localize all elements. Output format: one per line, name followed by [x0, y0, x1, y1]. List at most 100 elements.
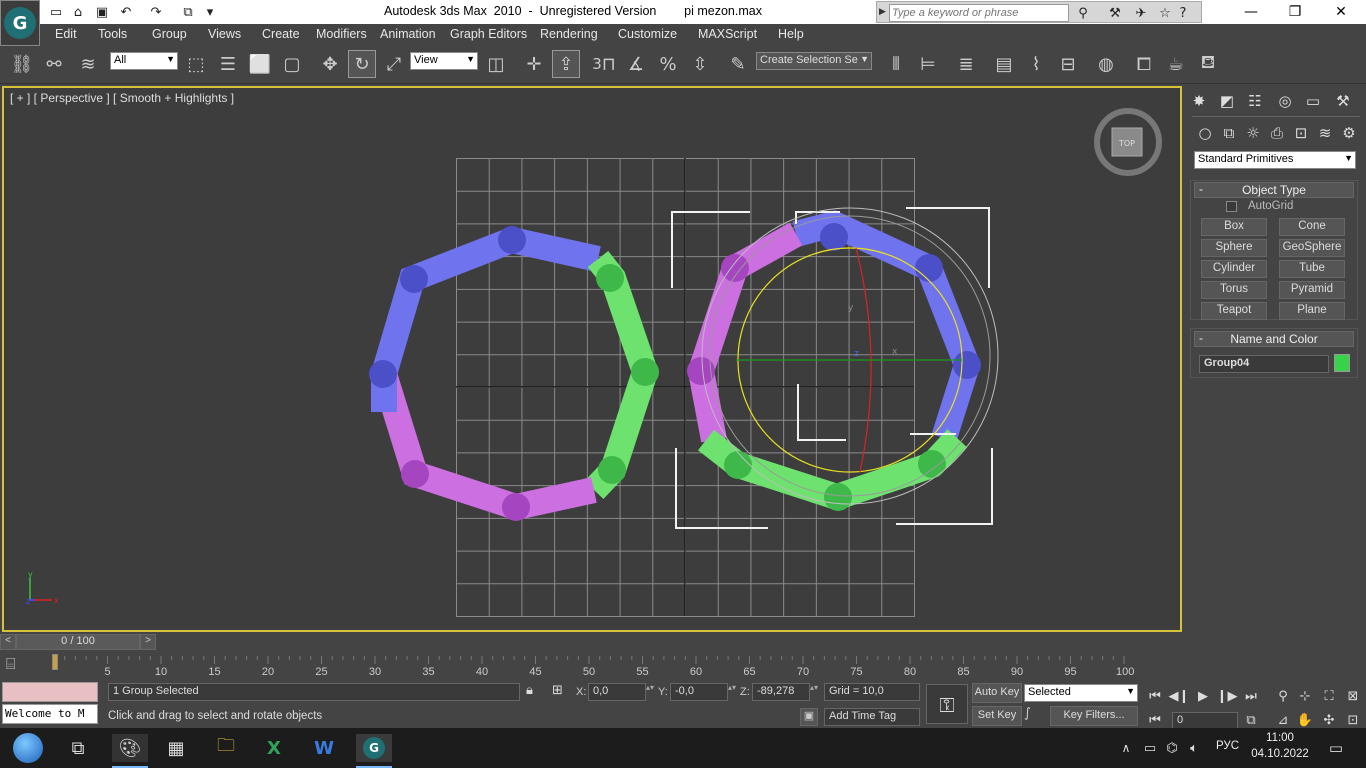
clock-date[interactable]: 04.10.2022: [1250, 748, 1310, 760]
render-production-icon[interactable]: ⛾: [1194, 50, 1222, 78]
space-warps-icon[interactable]: ≋: [1314, 122, 1336, 144]
select-manipulate-icon[interactable]: ✛: [520, 50, 548, 78]
render-setup-icon[interactable]: ⧠: [1130, 50, 1158, 78]
display-tab-icon[interactable]: ▭: [1302, 90, 1324, 112]
geosphere-button[interactable]: GeoSphere: [1279, 239, 1345, 257]
create-tab-icon[interactable]: ✸: [1188, 90, 1210, 112]
redo-icon[interactable]: ↷: [146, 2, 166, 22]
next-frame-icon[interactable]: ❙▶: [1216, 686, 1238, 706]
maximize-viewport-icon[interactable]: ⊡: [1342, 710, 1364, 730]
named-selection-sets-dropdown[interactable]: Create Selection Se ▼: [756, 52, 872, 70]
menu-views[interactable]: Views: [208, 27, 241, 41]
time-slider-next-icon[interactable]: >: [140, 634, 156, 650]
rendered-frame-window-icon[interactable]: ☕: [1162, 50, 1190, 78]
bind-space-warp-icon[interactable]: ≋: [74, 50, 102, 78]
key-mode-toggle-icon[interactable]: ⏮: [1144, 710, 1166, 730]
expand-arrow-icon[interactable]: ▶: [879, 6, 886, 17]
menu-animation[interactable]: Animation: [380, 27, 436, 41]
z-spinner-icon[interactable]: ▴▾: [810, 683, 820, 701]
rectangular-selection-icon[interactable]: ⬜: [246, 50, 274, 78]
file-explorer-icon[interactable]: 🗀: [210, 734, 242, 762]
zoom-icon[interactable]: ⚲: [1272, 686, 1294, 706]
tray-chevron-icon[interactable]: ∧: [1116, 734, 1136, 762]
maxscript-listener-pink[interactable]: [2, 682, 98, 702]
previous-frame-icon[interactable]: ◀❙: [1168, 686, 1190, 706]
percent-snap-icon[interactable]: %: [654, 50, 682, 78]
selection-lock-icon[interactable]: 🔒︎: [526, 683, 542, 701]
modify-tab-icon[interactable]: ◩: [1216, 90, 1238, 112]
menu-edit[interactable]: Edit: [55, 27, 77, 41]
trackbar-curve-icon[interactable]: ⌸: [6, 654, 36, 676]
menu-customize[interactable]: Customize: [618, 27, 677, 41]
clock-time[interactable]: 11:00: [1252, 732, 1308, 744]
binoculars-icon[interactable]: ⚲: [1073, 3, 1093, 23]
undo-icon[interactable]: ↶: [116, 2, 136, 22]
rotate-icon[interactable]: ↻: [348, 50, 376, 78]
reference-coordinate-dropdown[interactable]: View ▼: [410, 52, 478, 70]
favorites-star-icon[interactable]: ☆: [1155, 3, 1175, 23]
time-slider-track[interactable]: [156, 634, 1182, 650]
key-filters-button[interactable]: Key Filters...: [1050, 706, 1138, 726]
field-of-view-icon[interactable]: ⊿: [1272, 710, 1294, 730]
cylinder-button[interactable]: Cylinder: [1201, 260, 1267, 278]
go-to-end-icon[interactable]: ⏭: [1240, 686, 1262, 706]
current-frame-marker[interactable]: [52, 654, 58, 670]
menu-rendering[interactable]: Rendering: [540, 27, 598, 41]
shapes-icon[interactable]: ⧉: [1218, 122, 1240, 144]
object-type-header[interactable]: Object Type -: [1194, 182, 1354, 198]
set-key-icon[interactable]: ⚿: [926, 684, 968, 724]
pivot-center-icon[interactable]: ◫: [482, 50, 510, 78]
y-spinner-icon[interactable]: ▴▾: [728, 683, 738, 701]
time-tag-icon[interactable]: ▣: [800, 708, 818, 726]
new-file-icon[interactable]: ▭: [46, 2, 66, 22]
play-icon[interactable]: ▶: [1192, 686, 1214, 706]
paint-app-icon[interactable]: 🎨︎: [112, 734, 148, 762]
box-button[interactable]: Box: [1201, 218, 1267, 236]
menu-create[interactable]: Create: [262, 27, 300, 41]
menu-help[interactable]: Help: [778, 27, 804, 41]
plane-button[interactable]: Plane: [1279, 302, 1345, 320]
primitive-category-dropdown[interactable]: Standard Primitives ▼: [1194, 151, 1356, 169]
save-icon[interactable]: ▣: [92, 2, 112, 22]
name-color-header[interactable]: Name and Color -: [1194, 331, 1354, 347]
hierarchy-tab-icon[interactable]: ☷: [1244, 90, 1266, 112]
key-tangent-icon[interactable]: ∫: [1024, 706, 1048, 726]
help-icon[interactable]: ?: [1173, 3, 1193, 23]
zoom-extents-icon[interactable]: ⛶: [1318, 686, 1340, 706]
schematic-view-icon[interactable]: ⊟: [1054, 50, 1082, 78]
battery-icon[interactable]: ▭: [1140, 734, 1160, 762]
torus-button[interactable]: Torus: [1201, 281, 1267, 299]
absolute-mode-icon[interactable]: ⊞: [552, 683, 568, 701]
tube-button[interactable]: Tube: [1279, 260, 1345, 278]
network-icon[interactable]: ⌬: [1162, 734, 1182, 762]
search-input[interactable]: [889, 4, 1069, 22]
y-coordinate-field[interactable]: -0,0: [670, 683, 728, 701]
key-mode-dropdown[interactable]: Selected ▼: [1024, 684, 1138, 702]
selection-filter-dropdown[interactable]: All ▼: [110, 52, 178, 70]
open-file-icon[interactable]: ⌂: [68, 2, 88, 22]
z-coordinate-field[interactable]: -89,278: [752, 683, 810, 701]
orbit-icon[interactable]: ✣: [1318, 710, 1340, 730]
align-icon[interactable]: ⊨: [914, 50, 942, 78]
graphite-modeling-icon[interactable]: ▤: [990, 50, 1018, 78]
zoom-extents-all-icon[interactable]: ⊠: [1342, 686, 1364, 706]
material-editor-icon[interactable]: ◍: [1092, 50, 1120, 78]
application-button[interactable]: G: [0, 0, 40, 46]
x-coordinate-field[interactable]: 0,0: [588, 683, 646, 701]
time-slider-prev-icon[interactable]: <: [0, 634, 16, 650]
menu-modifiers[interactable]: Modifiers: [316, 27, 367, 41]
curve-editor-icon[interactable]: ⌇: [1022, 50, 1050, 78]
geometry-icon[interactable]: ○: [1194, 122, 1216, 144]
systems-icon[interactable]: ⚙: [1338, 122, 1360, 144]
utilities-tab-icon[interactable]: ⚒: [1332, 90, 1354, 112]
cone-button[interactable]: Cone: [1279, 218, 1345, 236]
word-icon[interactable]: W: [308, 734, 340, 762]
time-slider[interactable]: 0 / 100: [16, 634, 140, 650]
perspective-viewport[interactable]: [ + ] [ Perspective ] [ Smooth + Highlig…: [2, 86, 1182, 632]
autogrid-checkbox[interactable]: [1226, 201, 1237, 212]
unlink-icon[interactable]: ⚯: [40, 50, 68, 78]
wrench-icon[interactable]: ⚒: [1105, 3, 1125, 23]
object-name-field[interactable]: Group04: [1199, 355, 1329, 373]
start-button[interactable]: [8, 733, 48, 763]
cameras-icon[interactable]: ⎙: [1266, 122, 1288, 144]
